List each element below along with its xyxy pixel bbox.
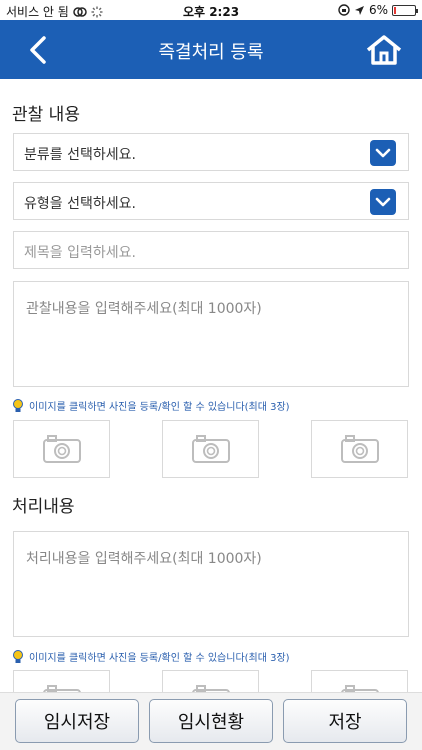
location-icon — [354, 5, 364, 15]
processing-photo-hint-text: 이미지를 클릭하면 사진을 등록/확인 할 수 있습니다(최대 3장) — [29, 653, 290, 664]
observation-photo-slot-1[interactable] — [13, 420, 110, 478]
temp-save-button[interactable]: 임시저장 — [15, 699, 139, 743]
observation-content-textarea[interactable]: 관찰내용을 입력해주세요(최대 1000자) — [13, 281, 409, 387]
processing-photo-hint: 이미지를 클릭하면 사진을 등록/확인 할 수 있습니다(최대 3장) — [12, 649, 290, 664]
category-select-value: 분류를 선택하세요. — [24, 147, 136, 163]
home-icon — [366, 35, 402, 65]
title-input[interactable]: 제목을 입력하세요. — [13, 231, 409, 269]
battery-percent: 6% — [368, 3, 388, 17]
type-select[interactable]: 유형을 선택하세요. — [13, 182, 409, 220]
save-button[interactable]: 저장 — [283, 699, 407, 743]
home-button[interactable] — [364, 30, 404, 70]
observation-photo-hint: 이미지를 클릭하면 사진을 등록/확인 할 수 있습니다(최대 3장) — [12, 398, 290, 413]
processing-content-textarea[interactable]: 처리내용을 입력해주세요(최대 1000자) — [13, 531, 409, 637]
processing-content-placeholder: 처리내용을 입력해주세요(최대 1000자) — [26, 551, 262, 567]
chevron-down-icon — [370, 189, 396, 215]
title-input-placeholder: 제목을 입력하세요. — [24, 245, 136, 261]
page-title: 즉결처리 등록 — [158, 42, 264, 63]
type-select-value: 유형을 선택하세요. — [24, 196, 136, 212]
observation-content-placeholder: 관찰내용을 입력해주세요(최대 1000자) — [26, 301, 262, 317]
lightbulb-icon — [13, 649, 23, 663]
observation-photo-hint-text: 이미지를 클릭하면 사진을 등록/확인 할 수 있습니다(최대 3장) — [29, 402, 290, 413]
category-select[interactable]: 분류를 선택하세요. — [13, 133, 409, 171]
bottom-action-bar: 임시저장 임시현황 저장 — [0, 692, 422, 750]
camera-icon — [191, 435, 230, 463]
camera-icon — [340, 435, 379, 463]
camera-icon — [42, 435, 81, 463]
app-header: 즉결처리 등록 — [0, 20, 422, 79]
chevron-down-icon — [370, 140, 396, 166]
orientation-lock-icon — [338, 4, 350, 16]
temp-status-button[interactable]: 임시현황 — [149, 699, 273, 743]
processing-section-title: 처리내용 — [12, 497, 75, 517]
observation-photo-slot-2[interactable] — [162, 420, 259, 478]
battery-icon — [392, 4, 418, 16]
status-bar: 서비스 안 됨 오후 2:23 6% — [0, 0, 422, 20]
lightbulb-icon — [13, 398, 23, 412]
battery-level — [394, 6, 396, 14]
observation-section-title: 관찰 내용 — [12, 105, 80, 125]
status-right: 6% — [338, 3, 418, 17]
observation-photo-slot-3[interactable] — [311, 420, 408, 478]
